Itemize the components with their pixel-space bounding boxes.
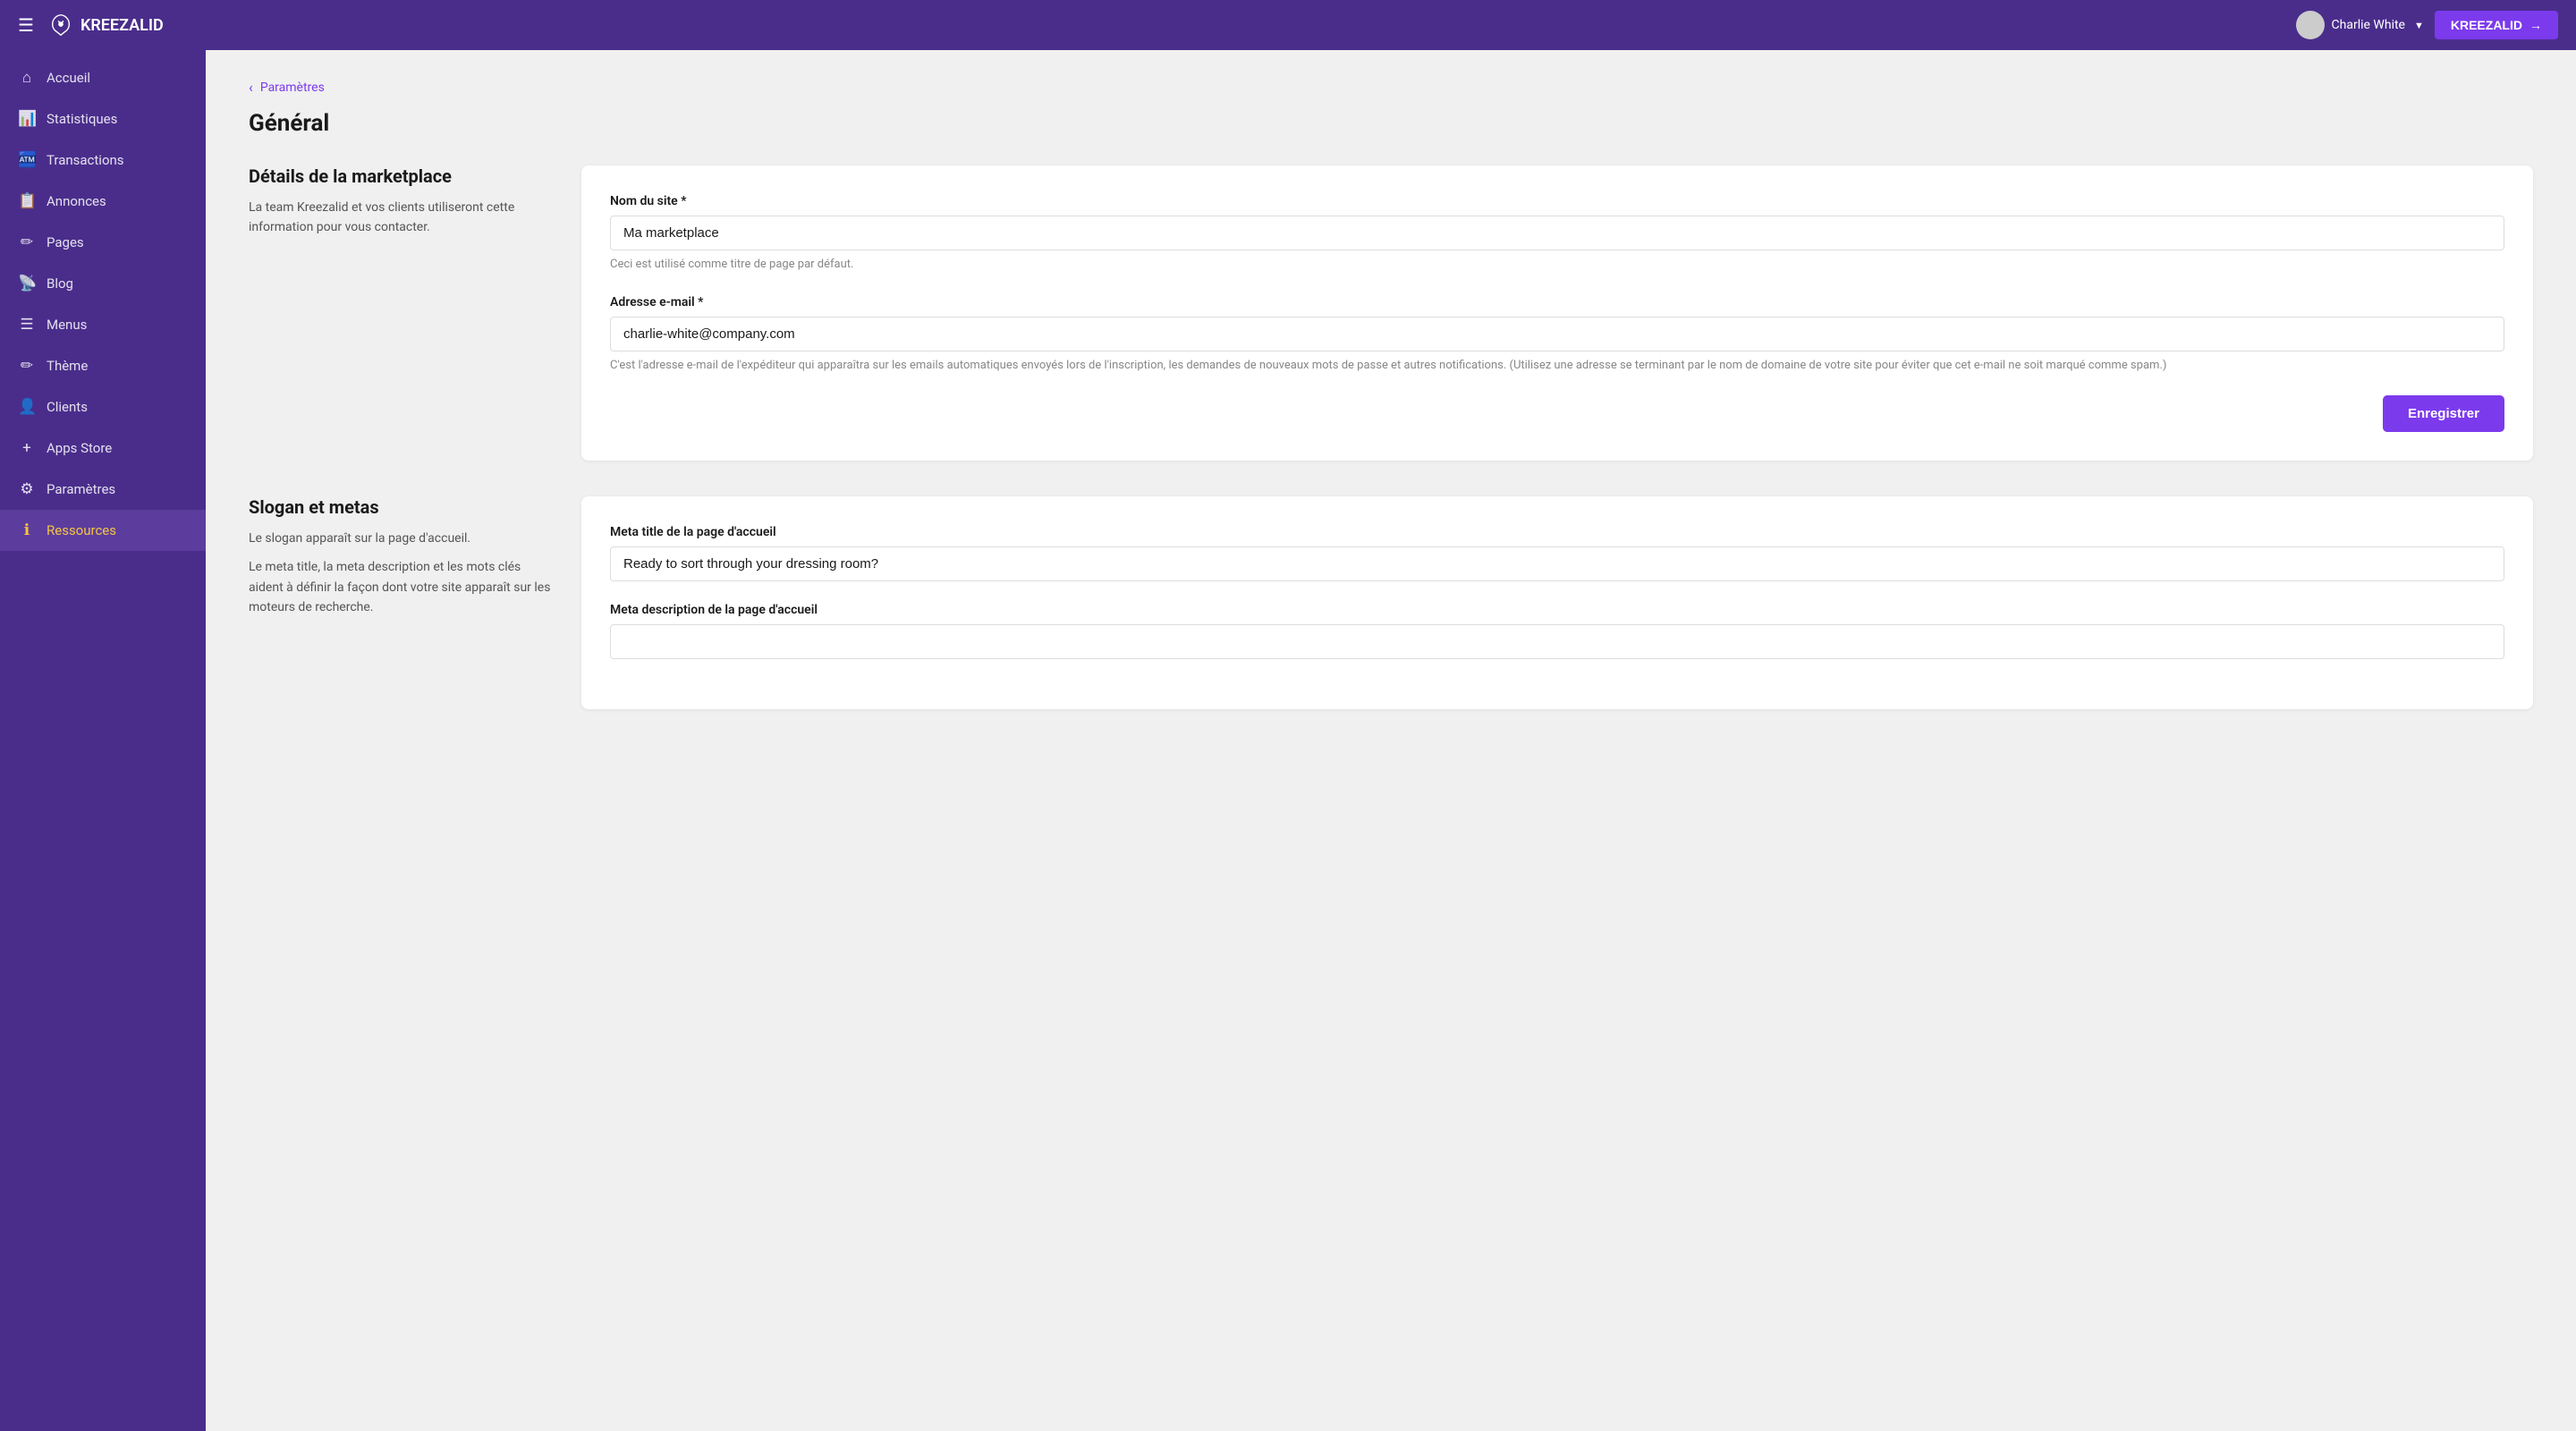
site-name-hint: Ceci est utilisé comme titre de page par… <box>610 256 2504 274</box>
site-name-label: Nom du site * <box>610 194 2504 208</box>
section-title-slogan: Slogan et metas <box>249 496 553 518</box>
sidebar-item-label: Pages <box>47 234 84 250</box>
user-name: Charlie White <box>2332 18 2405 32</box>
brand-logo: KREEZALID <box>48 13 164 38</box>
blog-icon: 📡 <box>18 275 36 292</box>
sidebar-item-transactions[interactable]: 🏧 Transactions <box>0 140 206 181</box>
section-title-marketplace: Détails de la marketplace <box>249 165 553 187</box>
sidebar-item-theme[interactable]: ✏ Thème <box>0 345 206 386</box>
breadcrumb-arrow-icon: ‹ <box>249 79 253 96</box>
brand-name: KREEZALID <box>80 16 164 35</box>
sidebar-item-label: Paramètres <box>47 481 115 497</box>
sidebar-item-label: Thème <box>47 358 88 374</box>
main-layout: ⌂ Accueil 📊 Statistiques 🏧 Transactions … <box>0 50 2576 1431</box>
meta-title-group: Meta title de la page d'accueil <box>610 525 2504 581</box>
sidebar-item-ressources[interactable]: ℹ Ressources <box>0 510 206 551</box>
site-name-input[interactable] <box>610 216 2504 250</box>
email-label: Adresse e-mail * <box>610 295 2504 309</box>
avatar <box>2296 11 2325 39</box>
sidebar-item-menus[interactable]: ☰ Menus <box>0 304 206 345</box>
meta-desc-input[interactable] <box>610 624 2504 659</box>
breadcrumb[interactable]: ‹ Paramètres <box>249 79 2533 96</box>
user-menu[interactable]: Charlie White ▼ <box>2296 11 2424 39</box>
slogan-form-card: Meta title de la page d'accueil Meta des… <box>581 496 2533 709</box>
chart-icon: 📊 <box>18 110 36 128</box>
sidebar-item-label: Apps Store <box>47 440 112 456</box>
page-title: Général <box>249 110 2533 137</box>
apps-icon: + <box>18 439 36 457</box>
section-left-marketplace: Détails de la marketplace La team Kreeza… <box>249 165 553 461</box>
menus-icon: ☰ <box>18 316 36 334</box>
nav-left: ☰ KREEZALID <box>18 13 164 38</box>
sidebar-item-clients[interactable]: 👤 Clients <box>0 386 206 428</box>
save-button[interactable]: Enregistrer <box>2383 395 2504 432</box>
section-desc-marketplace: La team Kreezalid et vos clients utilise… <box>249 198 553 238</box>
brand-icon <box>48 13 73 38</box>
clients-icon: 👤 <box>18 398 36 416</box>
section-left-slogan: Slogan et metas Le slogan apparaît sur l… <box>249 496 553 709</box>
sidebar-item-accueil[interactable]: ⌂ Accueil <box>0 57 206 98</box>
section-desc-slogan-2: Le meta title, la meta description et le… <box>249 557 553 617</box>
sidebar-item-label: Statistiques <box>47 111 117 127</box>
meta-desc-group: Meta description de la page d'accueil <box>610 603 2504 659</box>
sidebar-item-statistiques[interactable]: 📊 Statistiques <box>0 98 206 140</box>
section-desc-slogan-1: Le slogan apparaît sur la page d'accueil… <box>249 529 553 548</box>
sidebar-item-parametres[interactable]: ⚙ Paramètres <box>0 469 206 510</box>
breadcrumb-parent: Paramètres <box>260 80 325 95</box>
email-group: Adresse e-mail * C'est l'adresse e-mail … <box>610 295 2504 375</box>
meta-title-input[interactable] <box>610 546 2504 581</box>
sidebar-item-label: Ressources <box>47 522 116 538</box>
sidebar-item-label: Blog <box>47 275 73 292</box>
sidebar-item-blog[interactable]: 📡 Blog <box>0 263 206 304</box>
main-content: ‹ Paramètres Général Détails de la marke… <box>206 50 2576 1431</box>
sidebar-item-label: Menus <box>47 317 87 333</box>
sidebar-item-annonces[interactable]: 📋 Annonces <box>0 181 206 222</box>
meta-title-label: Meta title de la page d'accueil <box>610 525 2504 539</box>
kreezalid-cta-button[interactable]: KREEZALID → <box>2435 11 2558 39</box>
pages-icon: ✏ <box>18 233 36 251</box>
info-icon: ℹ <box>18 521 36 539</box>
meta-desc-label: Meta description de la page d'accueil <box>610 603 2504 617</box>
sidebar-item-label: Accueil <box>47 70 90 86</box>
sidebar-item-label: Transactions <box>47 152 124 168</box>
chevron-down-icon: ▼ <box>2414 20 2424 31</box>
email-hint: C'est l'adresse e-mail de l'expéditeur q… <box>610 357 2504 375</box>
home-icon: ⌂ <box>18 69 36 87</box>
site-name-group: Nom du site * Ceci est utilisé comme tit… <box>610 194 2504 274</box>
email-input[interactable] <box>610 317 2504 351</box>
sidebar-item-label: Annonces <box>47 193 106 209</box>
transactions-icon: 🏧 <box>18 151 36 169</box>
sidebar-item-pages[interactable]: ✏ Pages <box>0 222 206 263</box>
nav-right: Charlie White ▼ KREEZALID → <box>2296 11 2558 39</box>
marketplace-section: Détails de la marketplace La team Kreeza… <box>249 165 2533 461</box>
sidebar-item-label: Clients <box>47 399 88 415</box>
slogan-section: Slogan et metas Le slogan apparaît sur l… <box>249 496 2533 709</box>
marketplace-form-actions: Enregistrer <box>610 395 2504 432</box>
sidebar-item-apps-store[interactable]: + Apps Store <box>0 428 206 469</box>
marketplace-form-card: Nom du site * Ceci est utilisé comme tit… <box>581 165 2533 461</box>
top-navigation: ☰ KREEZALID Charlie White ▼ KREEZALID → <box>0 0 2576 50</box>
hamburger-icon[interactable]: ☰ <box>18 14 34 36</box>
settings-icon: ⚙ <box>18 480 36 498</box>
annonces-icon: 📋 <box>18 192 36 210</box>
sidebar: ⌂ Accueil 📊 Statistiques 🏧 Transactions … <box>0 50 206 1431</box>
theme-icon: ✏ <box>18 357 36 375</box>
